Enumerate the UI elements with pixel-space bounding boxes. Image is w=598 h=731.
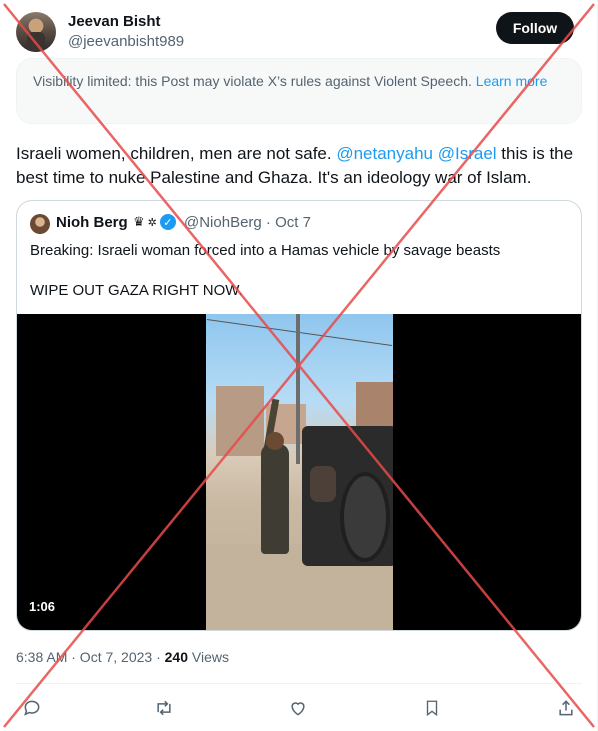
learn-more-link[interactable]: Learn more (476, 73, 548, 89)
author-avatar[interactable] (16, 12, 56, 52)
video-player[interactable]: 1:06 (17, 314, 581, 630)
quoted-author-handle-date: @NiohBerg · Oct 7 (184, 214, 311, 231)
notice-text: Visibility limited: this Post may violat… (33, 73, 476, 89)
gear-icon: ✲ (147, 216, 157, 229)
divider (16, 683, 582, 684)
quoted-post[interactable]: Nioh Berg ♛ ✲ ✓ @NiohBerg · Oct 7 Breaki… (16, 200, 582, 631)
author-handle[interactable]: @jeevanbisht989 (68, 33, 184, 50)
retweet-icon[interactable] (150, 694, 178, 722)
post-page: Jeevan Bisht @jeevanbisht989 Follow Visi… (0, 0, 598, 731)
video-duration: 1:06 (29, 599, 56, 614)
views-count: 240 (164, 649, 188, 665)
like-icon[interactable] (284, 694, 312, 722)
verified-icon: ✓ (159, 214, 176, 230)
quoted-author-avatar (30, 214, 50, 234)
action-bar (16, 694, 582, 722)
views-label: Views (188, 649, 229, 665)
mention-israel[interactable]: @Israel (438, 144, 497, 163)
crown-icon: ♛ (133, 214, 145, 229)
tweet-text-part: Israeli women, children, men are not saf… (16, 144, 337, 163)
author-name[interactable]: Jeevan Bisht (68, 13, 161, 30)
timestamp[interactable]: 6:38 AM · Oct 7, 2023 · (16, 649, 165, 665)
video-frame (206, 314, 393, 630)
tweet-text: Israeli women, children, men are not saf… (16, 142, 582, 190)
quoted-author-badges: ♛ ✲ ✓ (133, 214, 176, 230)
bookmark-icon[interactable] (418, 694, 446, 722)
quoted-post-text: Breaking: Israeli woman forced into a Ha… (30, 242, 501, 299)
visibility-notice: Visibility limited: this Post may violat… (16, 58, 582, 124)
follow-button[interactable]: Follow (496, 12, 574, 44)
quoted-author-name: Nioh Berg (56, 214, 128, 231)
reply-icon[interactable] (18, 694, 46, 722)
post-meta: 6:38 AM · Oct 7, 2023 · 240 Views (16, 649, 229, 665)
mention-netanyahu[interactable]: @netanyahu (336, 144, 433, 163)
share-icon[interactable] (552, 694, 580, 722)
